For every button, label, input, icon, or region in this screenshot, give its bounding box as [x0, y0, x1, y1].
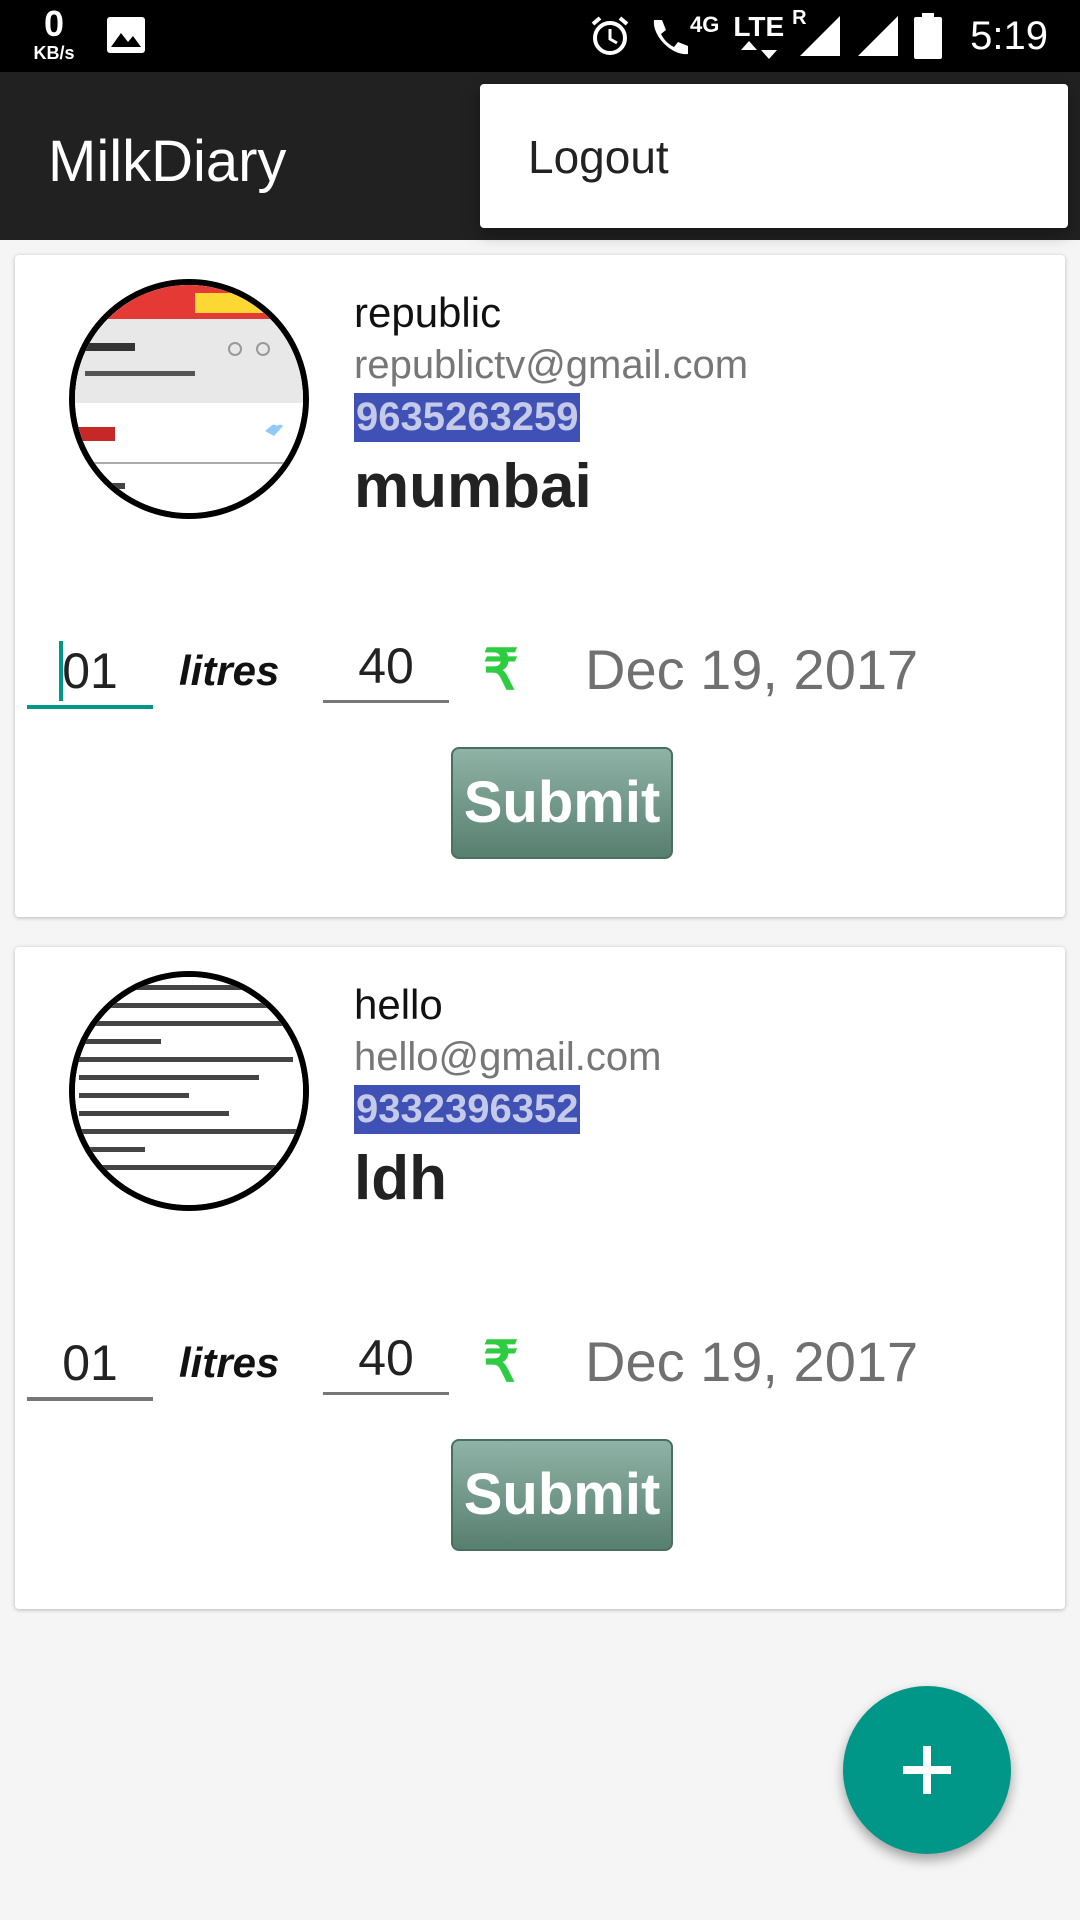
customer-city: mumbai: [354, 452, 592, 521]
avatar: [69, 971, 309, 1211]
submit-button[interactable]: Submit: [451, 1439, 673, 1551]
customer-card: hello hello@gmail.com 9332396352 ldh 01 …: [15, 947, 1065, 1609]
quantity-input[interactable]: 01: [27, 1325, 153, 1401]
app-title: MilkDiary: [48, 129, 287, 194]
rupee-icon: ₹: [483, 1330, 519, 1393]
roaming-label: R: [792, 7, 807, 29]
quantity-input[interactable]: 01: [27, 633, 153, 709]
date-field[interactable]: Dec 19, 2017: [585, 1329, 918, 1394]
unit-label: litres: [179, 647, 280, 694]
customer-phone[interactable]: 9635263259: [354, 393, 581, 442]
battery-icon: [914, 13, 943, 59]
text-cursor: [59, 641, 63, 701]
add-customer-button[interactable]: [843, 1686, 1011, 1854]
customer-phone[interactable]: 9332396352: [354, 1085, 581, 1134]
network-speed-unit: KB/s: [33, 43, 75, 63]
avatar-thumbnail: [75, 285, 303, 513]
volte-call-icon: [653, 20, 688, 55]
submit-button[interactable]: Submit: [451, 747, 673, 859]
quantity-value: 01: [62, 643, 118, 699]
price-value: 40: [358, 1330, 414, 1386]
price-value: 40: [358, 638, 414, 694]
price-input[interactable]: 40: [323, 633, 449, 703]
status-bar: 0 KB/s 4G LTE R 5:19: [0, 0, 1080, 72]
avatar-thumbnail: [75, 977, 303, 1205]
customer-name: hello: [354, 981, 443, 1028]
rupee-icon: ₹: [483, 638, 519, 701]
avatar: [69, 279, 309, 519]
price-input[interactable]: 40: [323, 1325, 449, 1395]
customer-email: republictv@gmail.com: [354, 343, 749, 387]
network-speed: 0 KB/s: [24, 3, 84, 63]
lte-label: LTE: [733, 11, 785, 42]
date-field[interactable]: Dec 19, 2017: [585, 637, 918, 702]
alarm-icon: [591, 16, 629, 55]
clock-time: 5:19: [970, 13, 1048, 58]
customer-city: ldh: [354, 1144, 447, 1213]
network-type-label: 4G: [689, 12, 720, 37]
logout-menu-item[interactable]: Logout: [528, 130, 669, 184]
quantity-value: 01: [62, 1335, 118, 1391]
signal-icon: [858, 16, 899, 56]
customer-name: republic: [354, 289, 502, 336]
customer-email: hello@gmail.com: [354, 1035, 662, 1079]
network-speed-value: 0: [43, 3, 65, 44]
image-notification-icon: [107, 17, 145, 53]
overflow-menu: Logout: [480, 84, 1068, 228]
data-activity-icon: [740, 41, 777, 59]
customer-card: republic republictv@gmail.com 9635263259…: [15, 255, 1065, 917]
plus-icon: [903, 1746, 951, 1794]
unit-label: litres: [179, 1339, 280, 1386]
